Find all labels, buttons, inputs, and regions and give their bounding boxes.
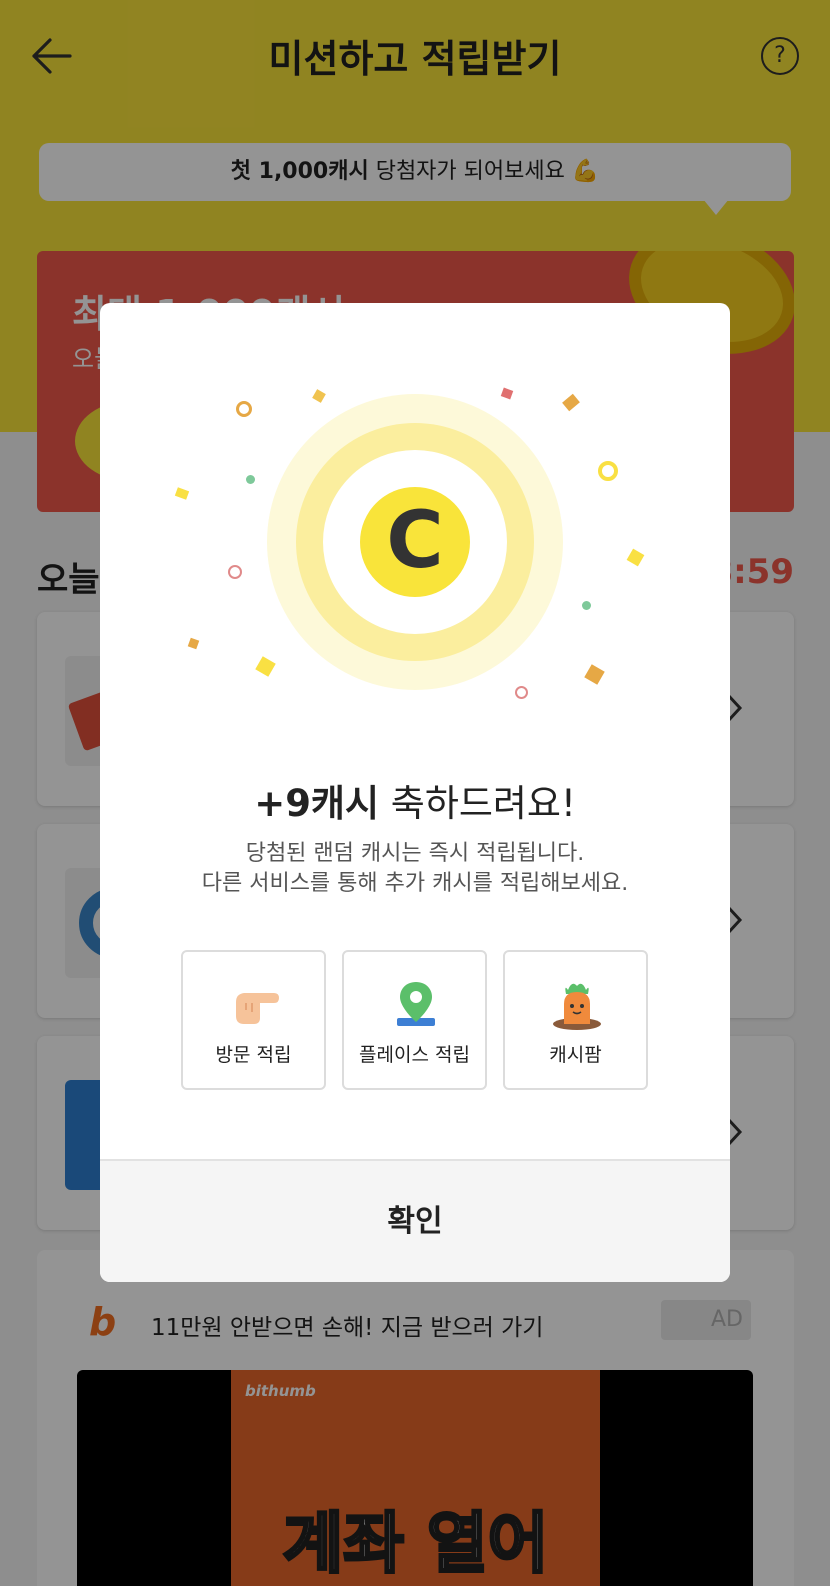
confetti-icon [228,565,242,579]
service-label: 플레이스 적립 [359,1044,470,1066]
service-label: 방문 적립 [215,1044,292,1066]
confetti-icon [626,548,645,567]
confetti-icon [246,475,255,484]
confetti-icon [255,656,276,677]
confetti-icon [562,393,580,412]
service-label: 캐시팜 [549,1044,602,1066]
cash-coin-icon: C [360,487,470,597]
confetti-icon [187,637,200,650]
reward-modal: C +9캐시 축하드려요! 당첨된 랜덤 캐시는 즉시 적립됩니다. 다른 서비… [100,303,730,1282]
visit-reward-button[interactable]: 방문 적립 [181,950,326,1090]
pointing-hand-icon [236,993,279,1024]
reward-illustration: C [100,303,730,763]
confetti-icon [312,389,326,403]
cash-farm-button[interactable]: 캐시팜 [503,950,648,1090]
confetti-icon [582,601,591,610]
place-reward-button[interactable]: 플레이스 적립 [342,950,487,1090]
confetti-icon [598,461,618,481]
reward-description: 당첨된 랜덤 캐시는 즉시 적립됩니다. 다른 서비스를 통해 추가 캐시를 적… [100,839,730,899]
map-pin-icon [397,982,435,1026]
confetti-icon [236,401,252,417]
confetti-icon [174,487,190,500]
confirm-button[interactable]: 확인 [100,1159,730,1282]
confetti-icon [584,664,605,685]
reward-description-line: 당첨된 랜덤 캐시는 즉시 적립됩니다. [245,841,585,866]
coin-letter: C [386,496,444,586]
confetti-icon [515,686,528,699]
carrot-icon [553,983,601,1030]
reward-amount: +9캐시 [254,782,380,825]
reward-congrats: 축하드려요! [379,782,576,825]
confetti-icon [500,387,514,400]
reward-description-line: 다른 서비스를 통해 추가 캐시를 적립해보세요. [201,871,629,896]
reward-headline: +9캐시 축하드려요! [100,773,730,827]
